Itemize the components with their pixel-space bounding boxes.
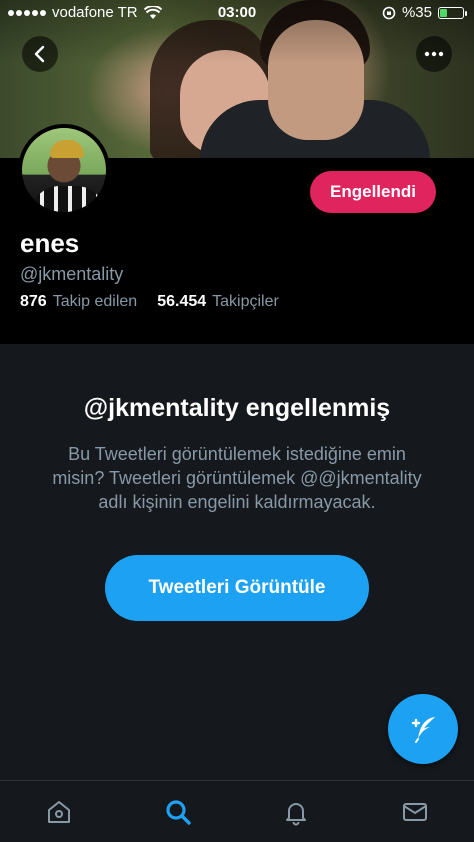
following-label[interactable]: Takip edilen	[53, 293, 138, 311]
battery-icon	[438, 6, 467, 19]
profile-handle: @jkmentality	[20, 264, 124, 284]
messages-icon	[402, 802, 427, 821]
home-icon	[48, 800, 71, 823]
more-options-button[interactable]	[416, 36, 452, 72]
notifications-icon	[286, 802, 307, 825]
compose-feather-icon	[411, 717, 435, 743]
follow-counts: 876 Takip edilen 56.454 Takipçiler	[20, 293, 279, 311]
more-horizontal-icon	[424, 51, 444, 57]
nav-search[interactable]	[119, 781, 238, 842]
blocked-button[interactable]: Engellendi	[310, 171, 436, 213]
search-icon	[166, 799, 191, 825]
view-tweets-button[interactable]: Tweetleri Görüntüle	[105, 555, 369, 621]
back-button[interactable]	[22, 36, 58, 72]
followers-label[interactable]: Takipçiler	[212, 293, 279, 311]
nav-messages[interactable]	[356, 781, 474, 842]
profile-name: enes	[20, 228, 80, 258]
bottom-navigation	[0, 780, 474, 842]
blocked-description: Bu Tweetleri görüntülemek istediğine emi…	[52, 444, 422, 512]
blocked-title: @jkmentality engellenmiş	[83, 394, 391, 422]
chevron-left-icon	[34, 45, 45, 63]
battery-percent: %35	[401, 4, 432, 21]
nav-home[interactable]	[0, 781, 119, 842]
rotation-lock-icon	[382, 6, 396, 19]
compose-tweet-button[interactable]	[388, 694, 458, 764]
following-count[interactable]: 876	[20, 293, 47, 311]
avatar[interactable]	[18, 124, 110, 216]
nav-notifications[interactable]	[237, 781, 356, 842]
followers-count[interactable]: 56.454	[157, 293, 206, 311]
status-bar: vodafone TR 03:00 %35	[0, 0, 474, 26]
